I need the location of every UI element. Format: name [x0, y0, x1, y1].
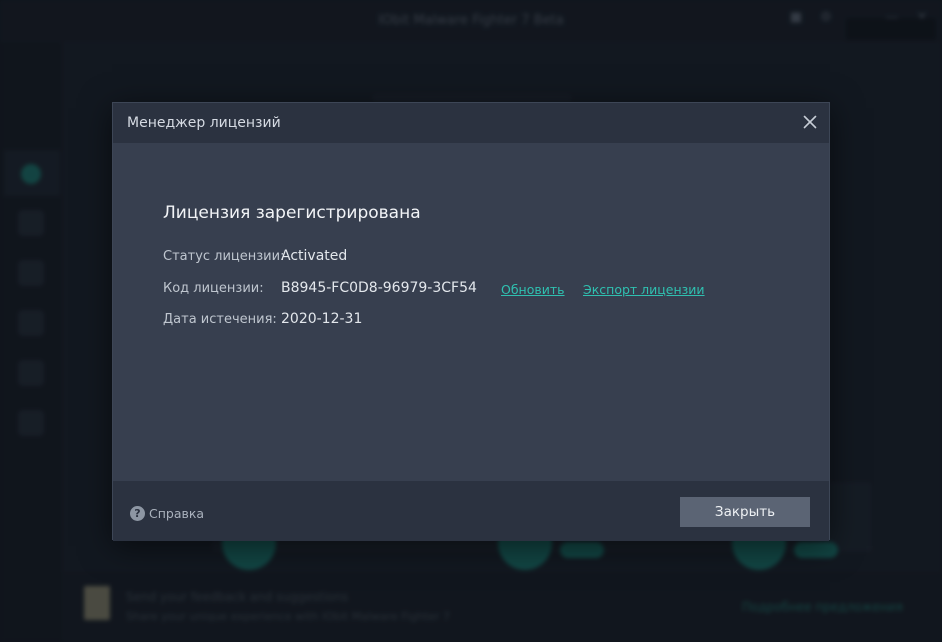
close-button[interactable]: Закрыть — [680, 497, 810, 527]
dialog-title: Менеджер лицензий — [127, 115, 281, 131]
license-manager-dialog: Менеджер лицензий Лицензия зарегистриров… — [112, 102, 830, 541]
license-status-value: Activated — [281, 248, 348, 264]
update-license-link[interactable]: Обновить — [501, 282, 565, 297]
help-label: Справка — [149, 506, 205, 521]
license-code-value: B8945-FC0D8-96979-3CF54 — [281, 280, 477, 296]
license-expiry-label: Дата истечения: — [163, 312, 277, 327]
close-icon — [803, 115, 817, 129]
dialog-footer: ? Справка Закрыть — [113, 481, 829, 541]
dialog-body: Лицензия зарегистрирована Статус лицензи… — [113, 143, 829, 481]
dialog-header: Менеджер лицензий — [113, 103, 829, 143]
question-icon: ? — [130, 506, 145, 521]
license-heading: Лицензия зарегистрирована — [163, 203, 421, 223]
license-code-label: Код лицензии: — [163, 281, 264, 296]
license-expiry-value: 2020-12-31 — [281, 311, 363, 327]
license-status-label: Статус лицензии: — [163, 249, 285, 264]
help-link[interactable]: ? Справка — [130, 506, 204, 521]
export-license-link[interactable]: Экспорт лицензии — [583, 282, 705, 297]
dialog-close-button[interactable] — [799, 111, 821, 133]
